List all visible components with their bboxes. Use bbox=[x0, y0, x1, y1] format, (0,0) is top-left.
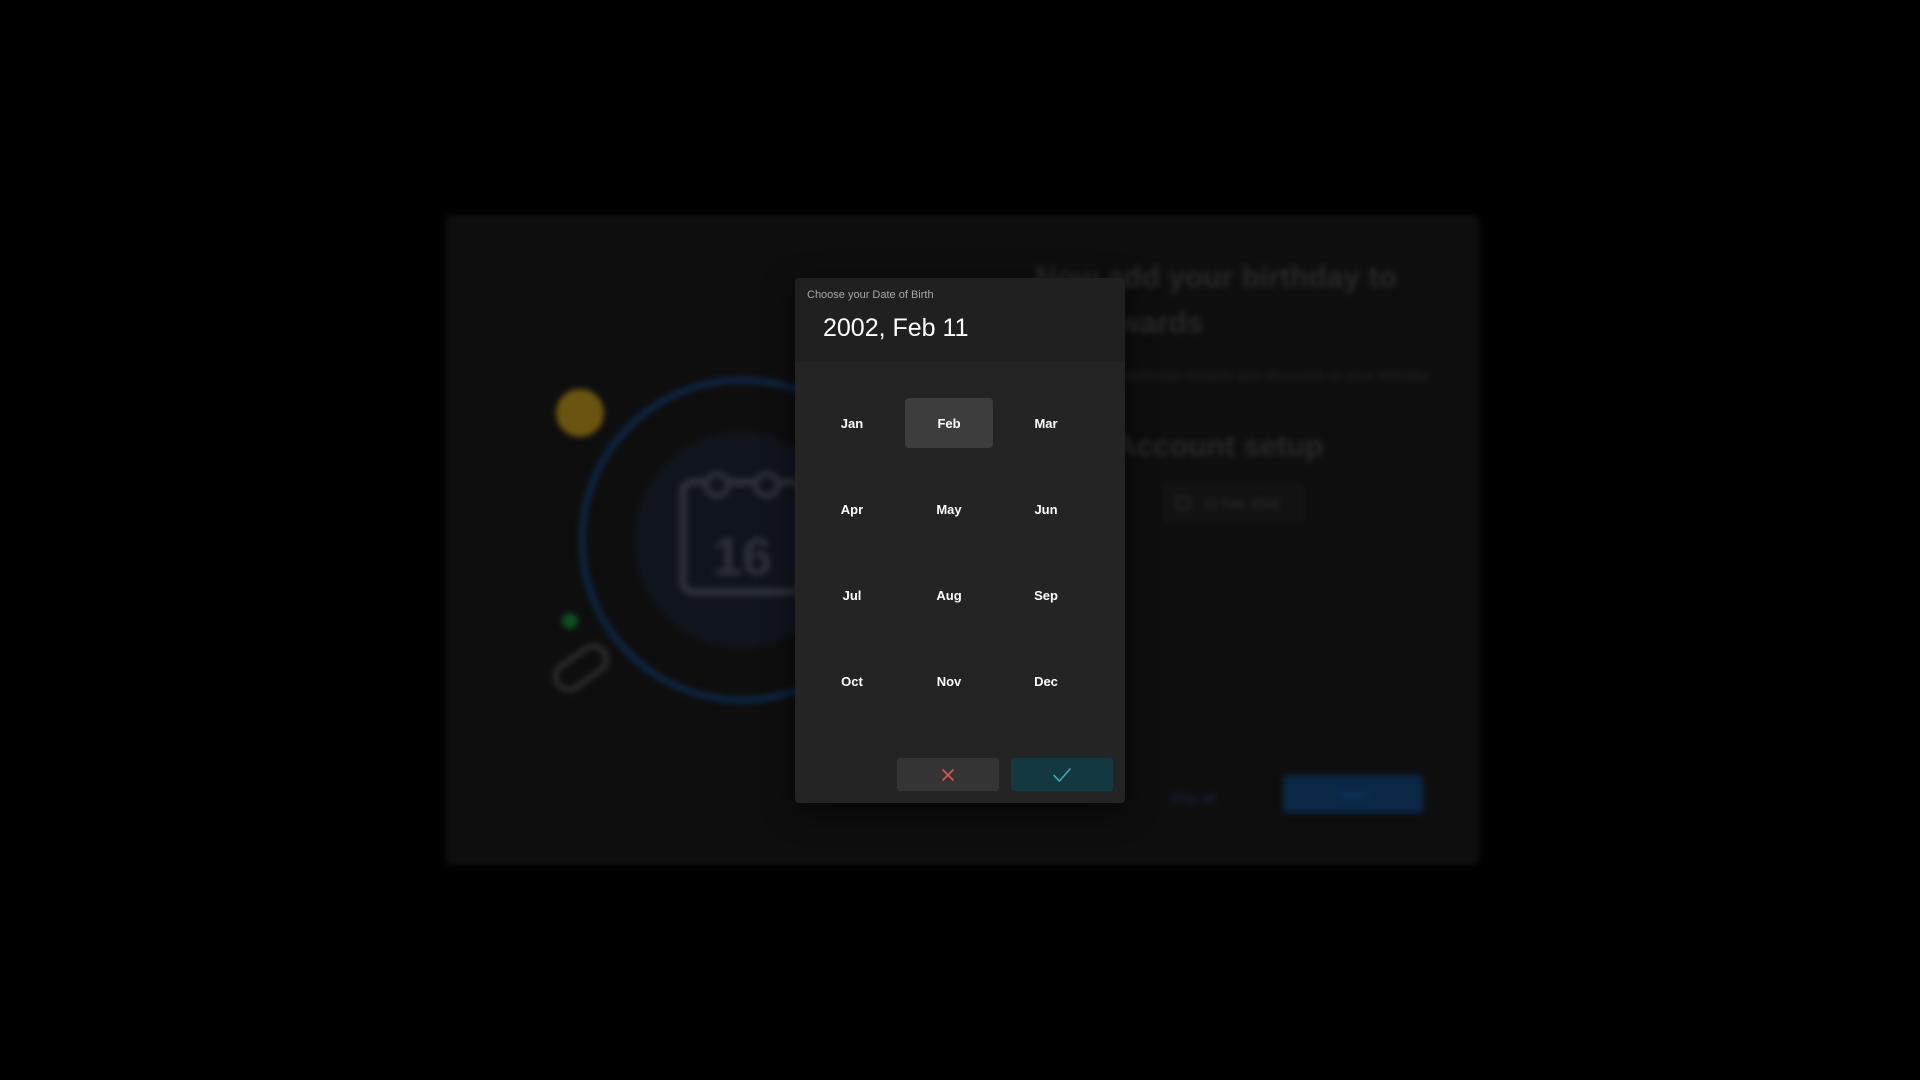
month-jan[interactable]: Jan bbox=[808, 398, 896, 448]
dialog-actions bbox=[897, 758, 1113, 791]
coin-icon bbox=[556, 389, 604, 437]
birthday-date-value: 11 Feb, 2002 bbox=[1204, 495, 1280, 511]
cancel-button[interactable] bbox=[897, 758, 999, 791]
month-apr[interactable]: Apr bbox=[808, 484, 896, 534]
skip-all-link[interactable]: Skip all bbox=[1170, 790, 1215, 806]
month-nov[interactable]: Nov bbox=[905, 656, 993, 706]
screen: 16 Now add your birthday to get rewards … bbox=[0, 0, 1920, 1080]
month-feb[interactable]: Feb bbox=[905, 398, 993, 448]
confirm-button[interactable] bbox=[1011, 758, 1113, 791]
background-section-heading: Account setup bbox=[1115, 430, 1324, 463]
month-dec[interactable]: Dec bbox=[1002, 656, 1090, 706]
month-grid: Jan Feb Mar Apr May Jun Jul Aug Sep Oct … bbox=[808, 398, 1098, 706]
month-mar[interactable]: Mar bbox=[1002, 398, 1090, 448]
calendar-ring-right bbox=[753, 471, 781, 499]
next-button[interactable]: Next bbox=[1283, 775, 1423, 813]
date-picker-subtitle: Choose your Date of Birth bbox=[807, 289, 934, 301]
date-picker-header: Choose your Date of Birth 2002, Feb 11 bbox=[795, 278, 1125, 362]
check-icon bbox=[1053, 767, 1071, 782]
calendar-icon bbox=[1176, 496, 1190, 510]
month-may[interactable]: May bbox=[905, 484, 993, 534]
close-icon bbox=[942, 768, 954, 781]
birthday-date-field[interactable]: 11 Feb, 2002 bbox=[1163, 485, 1303, 521]
dot-icon bbox=[562, 613, 578, 629]
calendar-ring-left bbox=[703, 471, 731, 499]
month-jun[interactable]: Jun bbox=[1002, 484, 1090, 534]
month-jul[interactable]: Jul bbox=[808, 570, 896, 620]
calendar-day-number: 16 bbox=[712, 527, 772, 587]
date-picker-dialog: Choose your Date of Birth 2002, Feb 11 J… bbox=[795, 278, 1125, 803]
month-oct[interactable]: Oct bbox=[808, 656, 896, 706]
selected-date-display: 2002, Feb 11 bbox=[823, 314, 969, 342]
month-aug[interactable]: Aug bbox=[905, 570, 993, 620]
link-icon bbox=[552, 643, 610, 693]
month-sep[interactable]: Sep bbox=[1002, 570, 1090, 620]
